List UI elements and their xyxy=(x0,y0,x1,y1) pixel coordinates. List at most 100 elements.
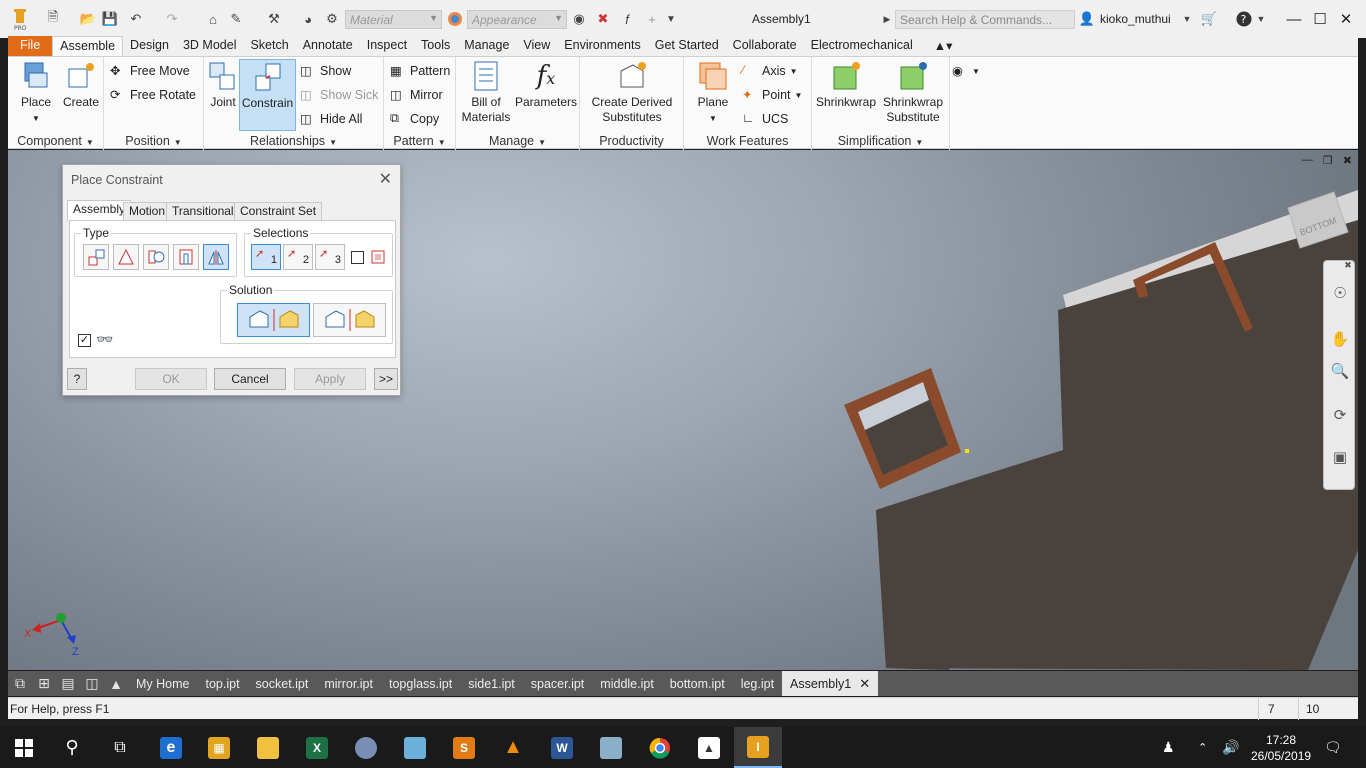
show-sick-button[interactable]: ◫ Show Sick xyxy=(300,87,378,103)
shrinkwrap-substitute-button[interactable]: Shrinkwrap Substitute xyxy=(880,59,946,125)
zoom-icon[interactable]: 🔍 xyxy=(1328,359,1352,383)
doc-tab-assembly1[interactable]: Assembly1 ✕ xyxy=(782,671,879,696)
panel-pattern-label[interactable]: Pattern ▼ xyxy=(384,134,455,148)
tab-file[interactable]: File xyxy=(8,36,53,56)
settings-icon[interactable]: ⚙ xyxy=(324,10,340,28)
vlc-button[interactable]: ▲ xyxy=(489,727,537,768)
tab-view[interactable]: View xyxy=(516,36,557,56)
pick-part-first-icon[interactable] xyxy=(369,248,387,266)
undo-icon[interactable]: ↶ xyxy=(124,10,148,28)
tab-manage[interactable]: Manage xyxy=(457,36,516,56)
copy-button[interactable]: ⧉ Copy xyxy=(390,111,439,127)
redo-icon[interactable]: ↷ xyxy=(160,10,184,28)
help-icon[interactable]: ? xyxy=(67,368,87,390)
tangent-constraint-button[interactable] xyxy=(143,244,169,270)
panel-simplification-label[interactable]: Simplification ▼ xyxy=(812,134,949,148)
cancel-button[interactable]: Cancel xyxy=(214,368,286,390)
arrange-horizontal-icon[interactable]: ▤ xyxy=(56,673,80,695)
tab-transitional[interactable]: Transitional xyxy=(166,202,240,220)
panel-manage-label[interactable]: Manage ▼ xyxy=(456,134,579,148)
ok-button[interactable]: OK xyxy=(135,368,207,390)
pattern-button[interactable]: ▦ Pattern xyxy=(390,63,450,79)
maximize-icon[interactable]: ☐ xyxy=(1309,8,1331,30)
color-wheel-icon[interactable] xyxy=(446,10,464,28)
apply-button[interactable]: Apply xyxy=(294,368,366,390)
close-icon[interactable]: ✕ xyxy=(1335,8,1357,30)
paint3d-button[interactable] xyxy=(391,727,439,768)
username[interactable]: kioko_muthui xyxy=(1100,12,1171,26)
tab-get-started[interactable]: Get Started xyxy=(648,36,726,56)
pan-hand-icon[interactable]: ✋ xyxy=(1328,327,1352,351)
people-icon[interactable]: ♟ xyxy=(1162,739,1175,756)
material-combo[interactable]: Material ▼ xyxy=(345,10,442,29)
doc-tab-middle[interactable]: middle.ipt xyxy=(592,671,662,696)
clear-appearance-icon[interactable]: ✖ xyxy=(594,10,612,28)
save-icon[interactable]: 💾 xyxy=(102,10,118,28)
plus-icon[interactable]: + xyxy=(644,10,660,28)
excel-button[interactable]: X xyxy=(293,727,341,768)
ribbon-options-icon[interactable]: ▲▾ xyxy=(920,36,960,56)
constrain-button[interactable]: Constrain xyxy=(239,59,296,131)
customize-icon[interactable]: ▼ xyxy=(664,10,678,28)
tray-expand-icon[interactable]: ⌃ xyxy=(1198,741,1207,754)
open-documents-menu-icon[interactable]: ▲ xyxy=(104,673,128,695)
appearance-combo[interactable]: Appearance ▼ xyxy=(467,10,567,29)
chrome-button[interactable] xyxy=(636,727,684,768)
place-button[interactable]: Place ▼ xyxy=(12,59,60,126)
cart-icon[interactable]: 🛒 xyxy=(1200,10,1218,28)
joint-button[interactable]: Joint xyxy=(206,59,240,110)
axis-button[interactable]: ∕ Axis ▼ xyxy=(742,63,798,79)
show-button[interactable]: ◫ Show xyxy=(300,63,351,79)
tile-windows-icon[interactable]: ⊞ xyxy=(32,673,56,695)
free-move-button[interactable]: ✥ Free Move xyxy=(110,63,190,79)
dialog-close-icon[interactable]: ✕ xyxy=(379,169,392,189)
ribbon-overflow-button[interactable]: ◉ ▼ xyxy=(952,63,980,79)
doc-tab-socket[interactable]: socket.ipt xyxy=(248,671,317,696)
arrange-vertical-icon[interactable]: ◫ xyxy=(80,673,104,695)
panel-relationships-label[interactable]: Relationships ▼ xyxy=(204,134,383,148)
symmetry-constraint-button[interactable] xyxy=(203,244,229,270)
selection-3-button[interactable]: ➚ 3 xyxy=(315,244,345,270)
search-input[interactable]: Search Help & Commands... xyxy=(895,10,1075,29)
tab-motion[interactable]: Motion xyxy=(123,202,172,220)
panel-position-label[interactable]: Position ▼ xyxy=(104,134,203,148)
solution-opposed-button[interactable] xyxy=(313,303,386,337)
paint-button[interactable] xyxy=(342,727,390,768)
plane-button[interactable]: Plane ▼ xyxy=(688,59,738,126)
tab-inspect[interactable]: Inspect xyxy=(360,36,414,56)
word-button[interactable]: W xyxy=(538,727,586,768)
free-rotate-button[interactable]: ⟳ Free Rotate xyxy=(110,87,196,103)
tab-assemble[interactable]: Assemble xyxy=(52,36,124,56)
preview-checkbox[interactable]: ✓ xyxy=(78,334,91,347)
doc-tab-spacer[interactable]: spacer.ipt xyxy=(523,671,593,696)
first-occurrence-checkbox[interactable] xyxy=(351,251,364,264)
ucs-button[interactable]: ∟ UCS xyxy=(742,111,788,127)
inventor-logo-icon[interactable]: PRO xyxy=(10,6,30,32)
measure-icon[interactable]: ◕ xyxy=(298,10,318,28)
steering-wheel-icon[interactable]: ☉ xyxy=(1328,281,1352,305)
control-panel-button[interactable] xyxy=(587,727,635,768)
help-dropdown-icon[interactable]: ▼ xyxy=(1256,10,1266,28)
user-dropdown-icon[interactable]: ▼ xyxy=(1182,10,1192,28)
close-tab-icon[interactable]: ✕ xyxy=(859,676,870,692)
help-icon[interactable]: ? xyxy=(1236,10,1252,28)
tab-constraint-set[interactable]: Constraint Set xyxy=(234,202,323,220)
tab-annotate[interactable]: Annotate xyxy=(296,36,360,56)
tab-tools[interactable]: Tools xyxy=(414,36,457,56)
point-button[interactable]: ✦ Point ▼ xyxy=(742,87,802,103)
selection-point[interactable] xyxy=(965,449,969,453)
create-derived-substitutes-button[interactable]: Create Derived Substitutes xyxy=(584,59,680,125)
update-icon[interactable]: ⚒ xyxy=(264,10,284,28)
doc-tab-my-home[interactable]: My Home xyxy=(128,671,197,696)
start-button[interactable] xyxy=(0,727,48,768)
solution-aligned-button[interactable] xyxy=(237,303,310,337)
doc-tab-bottom[interactable]: bottom.ipt xyxy=(662,671,733,696)
cascade-windows-icon[interactable]: ⧉ xyxy=(8,673,32,695)
open-file-icon[interactable]: 📂 xyxy=(78,10,98,28)
navbar-close-icon[interactable]: ✖ xyxy=(1342,259,1354,271)
clock[interactable]: 17:28 26/05/2019 xyxy=(1251,732,1311,764)
action-center-icon[interactable]: 🗨 xyxy=(1324,739,1342,756)
home-icon[interactable]: ⌂ xyxy=(204,10,222,28)
doc-tab-mirror[interactable]: mirror.ipt xyxy=(316,671,381,696)
tab-collaborate[interactable]: Collaborate xyxy=(726,36,804,56)
